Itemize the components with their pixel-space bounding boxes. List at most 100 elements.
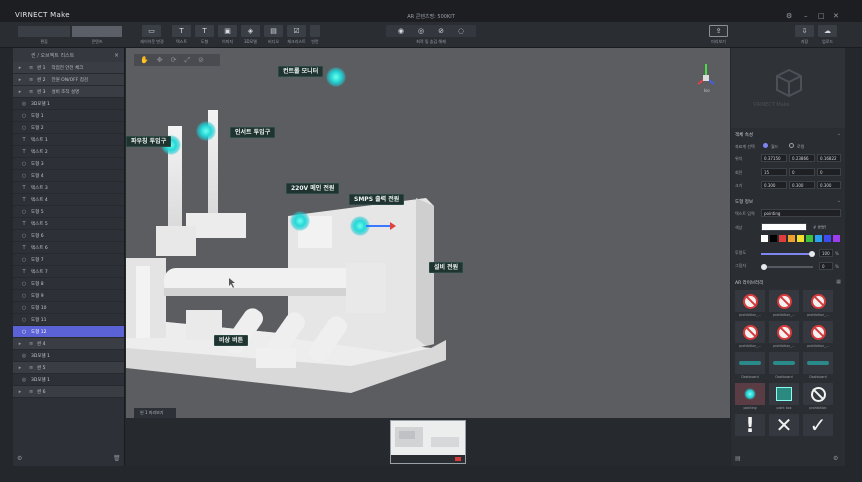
- minimize-button[interactable]: –: [804, 12, 808, 20]
- position-y-input[interactable]: 0.23866: [789, 154, 815, 162]
- view-toggle-group[interactable]: ◉ ◎ ⊘ ◌: [386, 25, 476, 37]
- library-item[interactable]: [735, 321, 765, 343]
- rotation-y-input[interactable]: 0: [789, 168, 815, 176]
- scene-object-row[interactable]: ○ 도형 12: [13, 326, 124, 338]
- scene-object-row[interactable]: ○ 도형 6: [13, 230, 124, 242]
- library-item[interactable]: [803, 321, 833, 343]
- library-item[interactable]: [735, 290, 765, 312]
- checklist-tool-button[interactable]: ☑: [287, 25, 306, 37]
- hotspot-label[interactable]: SMPS 출력 전원: [349, 194, 405, 205]
- hotspot-label[interactable]: 컨트롤 모니터: [278, 66, 324, 77]
- move-tool-icon[interactable]: ✥: [157, 56, 163, 64]
- transform-gizmo[interactable]: [364, 220, 396, 232]
- position-x-input[interactable]: 0.37150: [761, 154, 787, 162]
- hand-tool-icon[interactable]: ✋: [140, 56, 149, 64]
- library-item[interactable]: [769, 290, 799, 312]
- scene-object-row[interactable]: T 텍스트 7: [13, 266, 124, 278]
- color-swatch[interactable]: [761, 235, 768, 242]
- hotspot-marker[interactable]: [326, 67, 346, 87]
- save-button[interactable]: ⇩: [795, 25, 814, 37]
- color-swatch[interactable]: [770, 235, 777, 242]
- scene-preview-tab[interactable]: 씬 1 미리보기: [134, 408, 176, 418]
- scene-object-row[interactable]: ◎ 3D모델 1: [13, 374, 124, 386]
- scene-object-row[interactable]: T 텍스트 5: [13, 218, 124, 230]
- shadow-slider[interactable]: [761, 264, 813, 270]
- opacity-slider-knob[interactable]: [809, 251, 815, 257]
- library-item[interactable]: ✓: [803, 413, 833, 437]
- 3d-viewport[interactable]: ✋ ✥ ⟳ ⤢ ⊘ Iso 컨트롤 모니터 인서트 투입구 파우칭 투입구 22…: [126, 48, 730, 418]
- layers-icon[interactable]: ▤: [735, 455, 741, 462]
- color-swatch[interactable]: [815, 235, 822, 242]
- scene-object-row[interactable]: T 텍스트 4: [13, 194, 124, 206]
- scene-group-row[interactable]: ▸ ≡ 씬 5: [13, 362, 124, 374]
- library-item[interactable]: [803, 352, 833, 374]
- color-swatch[interactable]: [824, 235, 831, 242]
- preview-button[interactable]: ⇪: [709, 25, 728, 37]
- color-swatch[interactable]: [779, 235, 786, 242]
- reset-tool-icon[interactable]: ⊘: [198, 56, 204, 64]
- drag-handle-icon[interactable]: ≡: [29, 89, 35, 95]
- text-tool-button[interactable]: T: [172, 25, 191, 37]
- library-item[interactable]: ✕: [769, 413, 799, 437]
- hotspot-label[interactable]: 인서트 투입구: [230, 127, 276, 138]
- scene-object-row[interactable]: T 텍스트 3: [13, 182, 124, 194]
- tab-content[interactable]: [72, 26, 122, 37]
- scene-object-row[interactable]: ○ 도형 7: [13, 254, 124, 266]
- drag-handle-icon[interactable]: ≡: [29, 77, 35, 83]
- hotspot-label[interactable]: 파우칭 투입구: [126, 136, 172, 147]
- scene-object-row[interactable]: ○ 도형 9: [13, 290, 124, 302]
- color-swatch[interactable]: [788, 235, 795, 242]
- drag-handle-icon[interactable]: ≡: [29, 389, 35, 395]
- drag-handle-icon[interactable]: ≡: [29, 65, 35, 71]
- scene-object-row[interactable]: ○ 도형 4: [13, 170, 124, 182]
- settings-icon[interactable]: ⚙: [786, 12, 792, 20]
- close-button[interactable]: ✕: [833, 12, 839, 20]
- chevron-right-icon[interactable]: ▸: [17, 341, 23, 347]
- chevron-right-icon[interactable]: ▸: [17, 365, 23, 371]
- drag-handle-icon[interactable]: ≡: [29, 341, 35, 347]
- scene-object-row[interactable]: ○ 도형 10: [13, 302, 124, 314]
- settings-icon[interactable]: ⚙: [17, 455, 22, 462]
- model-tool-button[interactable]: ◈: [241, 25, 260, 37]
- rotation-x-input[interactable]: 15: [761, 168, 787, 176]
- blank-tool-button[interactable]: [310, 25, 320, 37]
- grid-view-icon[interactable]: ▦: [836, 279, 841, 285]
- scale-y-input[interactable]: 0.300: [789, 181, 815, 189]
- library-item[interactable]: [769, 352, 799, 374]
- library-item[interactable]: !: [735, 413, 765, 437]
- hotspot-marker[interactable]: [290, 211, 310, 231]
- scene-group-row[interactable]: ▸ ≡ 씬 3 설비 조작 설명: [13, 86, 124, 98]
- scene-object-row[interactable]: ○ 도형 1: [13, 110, 124, 122]
- hotspot-label[interactable]: 설비 전원: [429, 262, 464, 273]
- scene-object-row[interactable]: ◎ 3D모델 1: [13, 350, 124, 362]
- scene-group-row[interactable]: ▸ ≡ 씬 2 전원 ON/OFF 점검: [13, 74, 124, 86]
- scene-group-row[interactable]: ▸ ≡ 씬 6: [13, 386, 124, 398]
- radio-local[interactable]: [789, 143, 794, 148]
- scene-object-row[interactable]: T 텍스트 1: [13, 134, 124, 146]
- library-item[interactable]: [735, 352, 765, 374]
- scene-object-row[interactable]: T 텍스트 2: [13, 146, 124, 158]
- collapse-icon[interactable]: ⌄: [837, 131, 841, 137]
- hotspot-marker[interactable]: [196, 121, 216, 141]
- settings-icon[interactable]: ⚙: [833, 455, 838, 462]
- scene-group-row[interactable]: ▸ ≡ 씬 4: [13, 338, 124, 350]
- chevron-right-icon[interactable]: ▸: [17, 389, 23, 395]
- scale-tool-icon[interactable]: ⤢: [184, 56, 190, 65]
- library-item[interactable]: [803, 383, 833, 405]
- scene-object-row[interactable]: ◎ 3D모델 1: [13, 98, 124, 110]
- video-tool-button[interactable]: ▤: [264, 25, 283, 37]
- image-tool-button[interactable]: ▣: [218, 25, 237, 37]
- color-swatch[interactable]: [833, 235, 840, 242]
- close-icon[interactable]: ×: [114, 52, 119, 59]
- collapse-icon[interactable]: ⌄: [837, 198, 841, 204]
- trash-icon[interactable]: 🗑: [113, 455, 121, 462]
- layout-button[interactable]: ▭: [142, 25, 161, 37]
- library-item[interactable]: [769, 321, 799, 343]
- library-item[interactable]: [769, 383, 799, 405]
- shape-text-input[interactable]: pointing: [761, 209, 841, 217]
- maximize-button[interactable]: □: [818, 12, 825, 20]
- color-swatch[interactable]: [806, 235, 813, 242]
- scene-object-row[interactable]: ○ 도형 11: [13, 314, 124, 326]
- library-item[interactable]: [803, 290, 833, 312]
- scale-x-input[interactable]: 0.300: [761, 181, 787, 189]
